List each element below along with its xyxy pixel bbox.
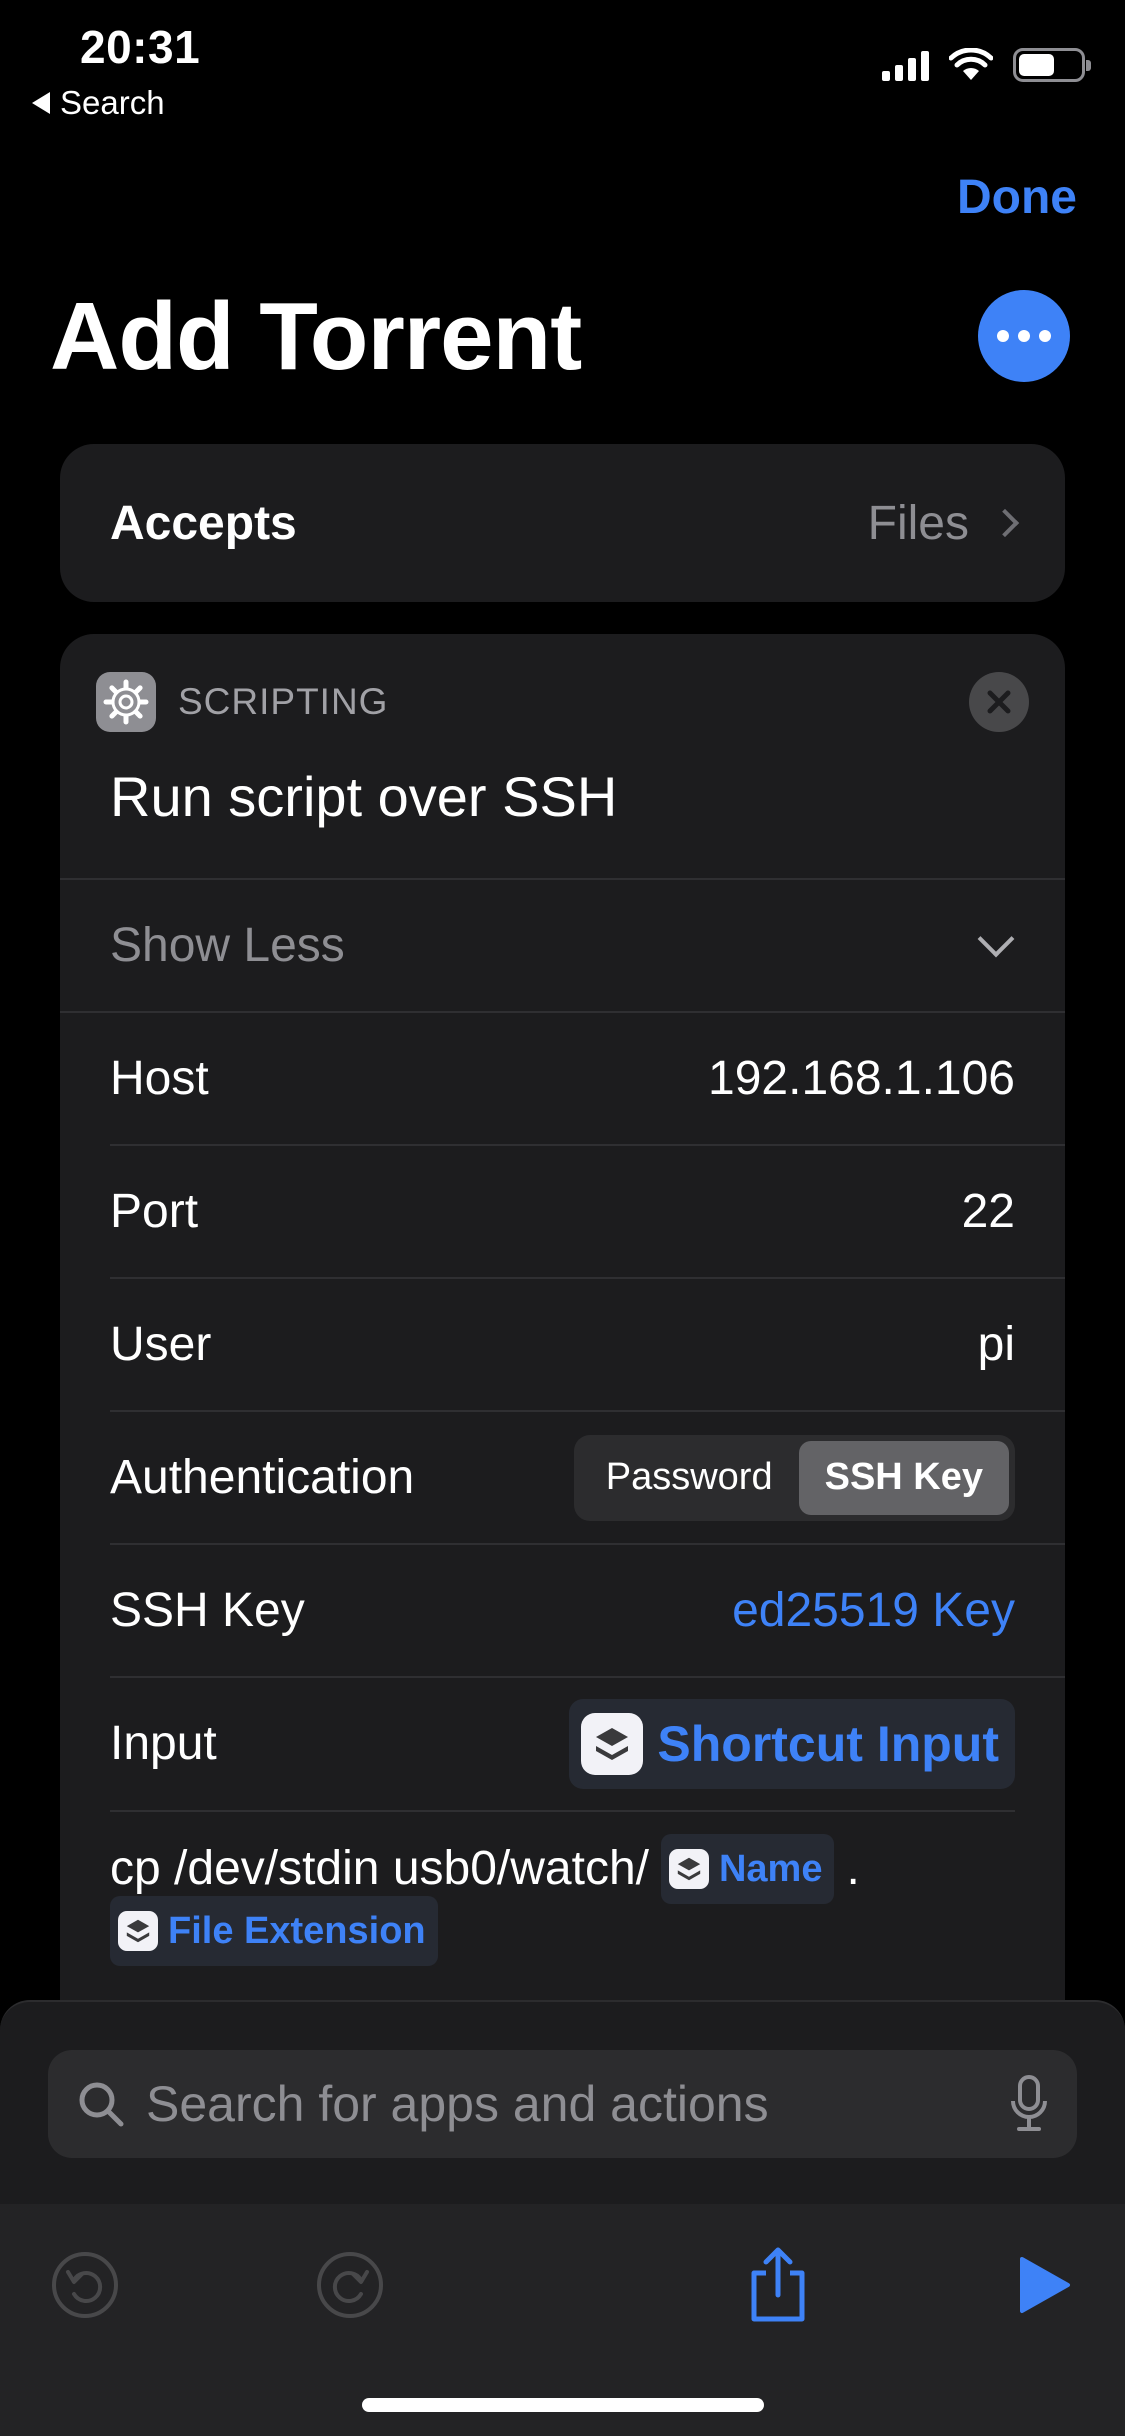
ssh-key-label: SSH Key — [110, 1584, 305, 1637]
search-icon — [79, 2082, 124, 2127]
accepts-value-text: Files — [867, 496, 969, 550]
name-variable-label: Name — [718, 1848, 823, 1890]
share-button[interactable] — [733, 2240, 823, 2330]
script-editor[interactable]: cp /dev/stdin usb0/watch/ Name . File Ex… — [110, 1810, 1015, 1966]
show-less-toggle[interactable]: Show Less — [60, 878, 1065, 1011]
search-input[interactable]: Search for apps and actions — [48, 2050, 1077, 2158]
accepts-label: Accepts — [110, 496, 297, 550]
action-category-header: SCRIPTING — [96, 672, 388, 732]
script-line-2: File Extension — [110, 1896, 1015, 1966]
run-button[interactable] — [999, 2240, 1089, 2330]
status-indicators — [882, 48, 1091, 82]
battery-icon — [1013, 48, 1091, 82]
layers-icon — [118, 1911, 158, 1951]
done-button[interactable]: Done — [957, 170, 1077, 225]
script-line-1: cp /dev/stdin usb0/watch/ Name . — [110, 1834, 1015, 1904]
port-label: Port — [110, 1185, 199, 1238]
more-dot-icon — [1018, 330, 1030, 342]
port-row[interactable]: Port 22 — [110, 1144, 1065, 1277]
page-title: Add Torrent — [50, 283, 582, 390]
authentication-label: Authentication — [110, 1451, 415, 1504]
back-arrow-icon — [32, 92, 50, 114]
undo-button[interactable] — [40, 2240, 130, 2330]
script-text: cp /dev/stdin usb0/watch/ — [110, 1842, 649, 1895]
show-less-label: Show Less — [110, 919, 345, 972]
more-dot-icon — [997, 330, 1009, 342]
more-dot-icon — [1039, 330, 1051, 342]
ssh-key-selector[interactable]: ed25519 Key — [732, 1583, 1015, 1638]
chevron-right-icon — [990, 508, 1020, 538]
undo-icon — [52, 2252, 118, 2318]
back-to-search[interactable]: Search — [32, 84, 165, 122]
close-icon — [987, 690, 1011, 714]
auth-option-password[interactable]: Password — [580, 1441, 799, 1515]
share-icon — [751, 2247, 805, 2322]
file-extension-variable-label: File Extension — [168, 1910, 426, 1952]
chevron-down-icon — [977, 920, 1015, 957]
accepts-value: Files — [867, 496, 1020, 551]
action-title: Run script over SSH — [110, 765, 618, 828]
status-time: 20:31 — [80, 21, 201, 73]
ssh-action-card: SCRIPTING Run script over SSH Show Less … — [60, 634, 1065, 2134]
user-row[interactable]: User pi — [110, 1277, 1065, 1410]
name-variable-token[interactable]: Name — [660, 1834, 835, 1904]
file-extension-variable-token[interactable]: File Extension — [110, 1896, 438, 1966]
play-icon — [1020, 2257, 1070, 2313]
user-field[interactable]: pi — [978, 1317, 1015, 1372]
wifi-icon — [949, 48, 993, 80]
script-dot: . — [846, 1842, 860, 1895]
host-field[interactable]: 192.168.1.106 — [708, 1051, 1015, 1106]
port-field[interactable]: 22 — [962, 1184, 1015, 1239]
authentication-segmented-control[interactable]: Password SSH Key — [573, 1434, 1015, 1521]
host-row[interactable]: Host 192.168.1.106 — [60, 1011, 1065, 1144]
back-label: Search — [60, 84, 165, 121]
layers-icon — [668, 1849, 709, 1889]
redo-icon — [317, 2252, 383, 2318]
shortcut-input-token[interactable]: Shortcut Input — [569, 1698, 1015, 1789]
more-options-button[interactable] — [978, 290, 1070, 382]
microphone-icon[interactable] — [1009, 2075, 1049, 2133]
shortcut-input-label: Shortcut Input — [657, 1715, 999, 1772]
authentication-row: Authentication Password SSH Key — [110, 1410, 1065, 1543]
home-indicator[interactable] — [362, 2398, 764, 2412]
input-row[interactable]: Input Shortcut Input — [110, 1676, 1065, 1809]
shortcut-editor-screen: 20:31 Search Done Add Torrent Accepts Fi… — [0, 0, 1125, 2436]
search-placeholder: Search for apps and actions — [146, 2076, 769, 2132]
accepts-row[interactable]: Accepts Files — [60, 444, 1065, 602]
gear-icon — [96, 672, 156, 732]
cellular-signal-icon — [882, 49, 929, 81]
ssh-key-row[interactable]: SSH Key ed25519 Key — [110, 1543, 1065, 1676]
input-label: Input — [110, 1717, 217, 1770]
auth-option-ssh-key[interactable]: SSH Key — [798, 1440, 1009, 1515]
host-label: Host — [110, 1052, 209, 1105]
redo-button[interactable] — [305, 2240, 395, 2330]
bottom-action-panel: Search for apps and actions — [0, 2000, 1125, 2436]
remove-action-button[interactable] — [969, 672, 1029, 732]
layers-icon — [581, 1712, 644, 1775]
action-category: SCRIPTING — [178, 681, 389, 722]
user-label: User — [110, 1318, 212, 1371]
